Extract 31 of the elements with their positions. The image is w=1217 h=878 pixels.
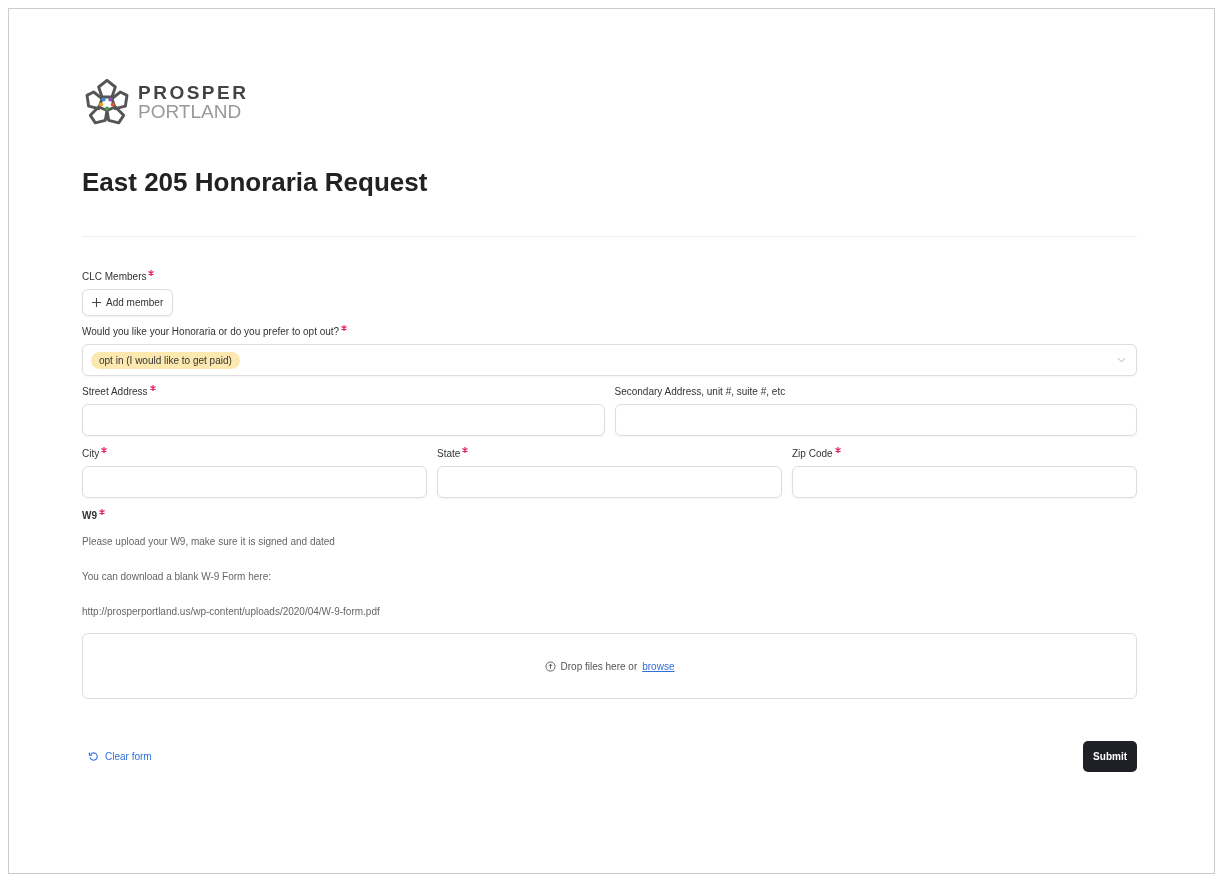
option-select[interactable]: opt in (I would like to get paid) <box>82 344 1137 376</box>
logo-wordmark: PORTLAND <box>138 102 243 121</box>
help-text: You can download a blank W-9 Form here: <box>82 571 272 582</box>
browse-link[interactable]: browse <box>642 660 675 672</box>
field-label: State <box>437 448 461 459</box>
field-label: Would you like your Honoraria or do you prefer to opt out? <box>82 326 340 337</box>
chevron-down-icon <box>1117 357 1126 363</box>
text-input-field[interactable] <box>792 466 1137 498</box>
help-text: http://prosperportland.us/wp-content/uploads/2020/04/W-9-form.pdf <box>82 606 381 617</box>
drop-hint: Drop files here or <box>560 660 638 672</box>
field-label: Zip Code <box>792 448 833 459</box>
add-member-button[interactable]: Add member <box>82 289 174 316</box>
field-label: CLC Members <box>82 271 147 282</box>
field-label: Secondary Address, unit #, suite #, etc <box>614 386 786 397</box>
selected-option-tag: opt in (I would like to get paid) <box>91 351 240 369</box>
reset-icon <box>88 751 99 762</box>
field-label: City <box>82 448 100 459</box>
field-label: W9 <box>82 510 97 521</box>
submit-button[interactable]: Submit <box>1083 741 1137 772</box>
help-text: Please upload your W9, make sure it is signed and dated <box>82 536 336 547</box>
text-input-field[interactable] <box>82 404 605 436</box>
text-input-field[interactable] <box>437 466 782 498</box>
clear-form-link[interactable]: Clear form <box>88 751 152 762</box>
text-input-field[interactable] <box>614 404 1137 436</box>
plus-icon <box>92 298 101 307</box>
file-drop-zone[interactable]: Drop files here or browse <box>82 633 1137 699</box>
logo-wordmark: PROSPER <box>138 83 249 102</box>
upload-icon <box>544 660 556 672</box>
field-label: Street Address <box>82 386 148 397</box>
form-title: East 205 Honoraria Request <box>82 167 429 198</box>
text-input-field[interactable] <box>82 466 427 498</box>
